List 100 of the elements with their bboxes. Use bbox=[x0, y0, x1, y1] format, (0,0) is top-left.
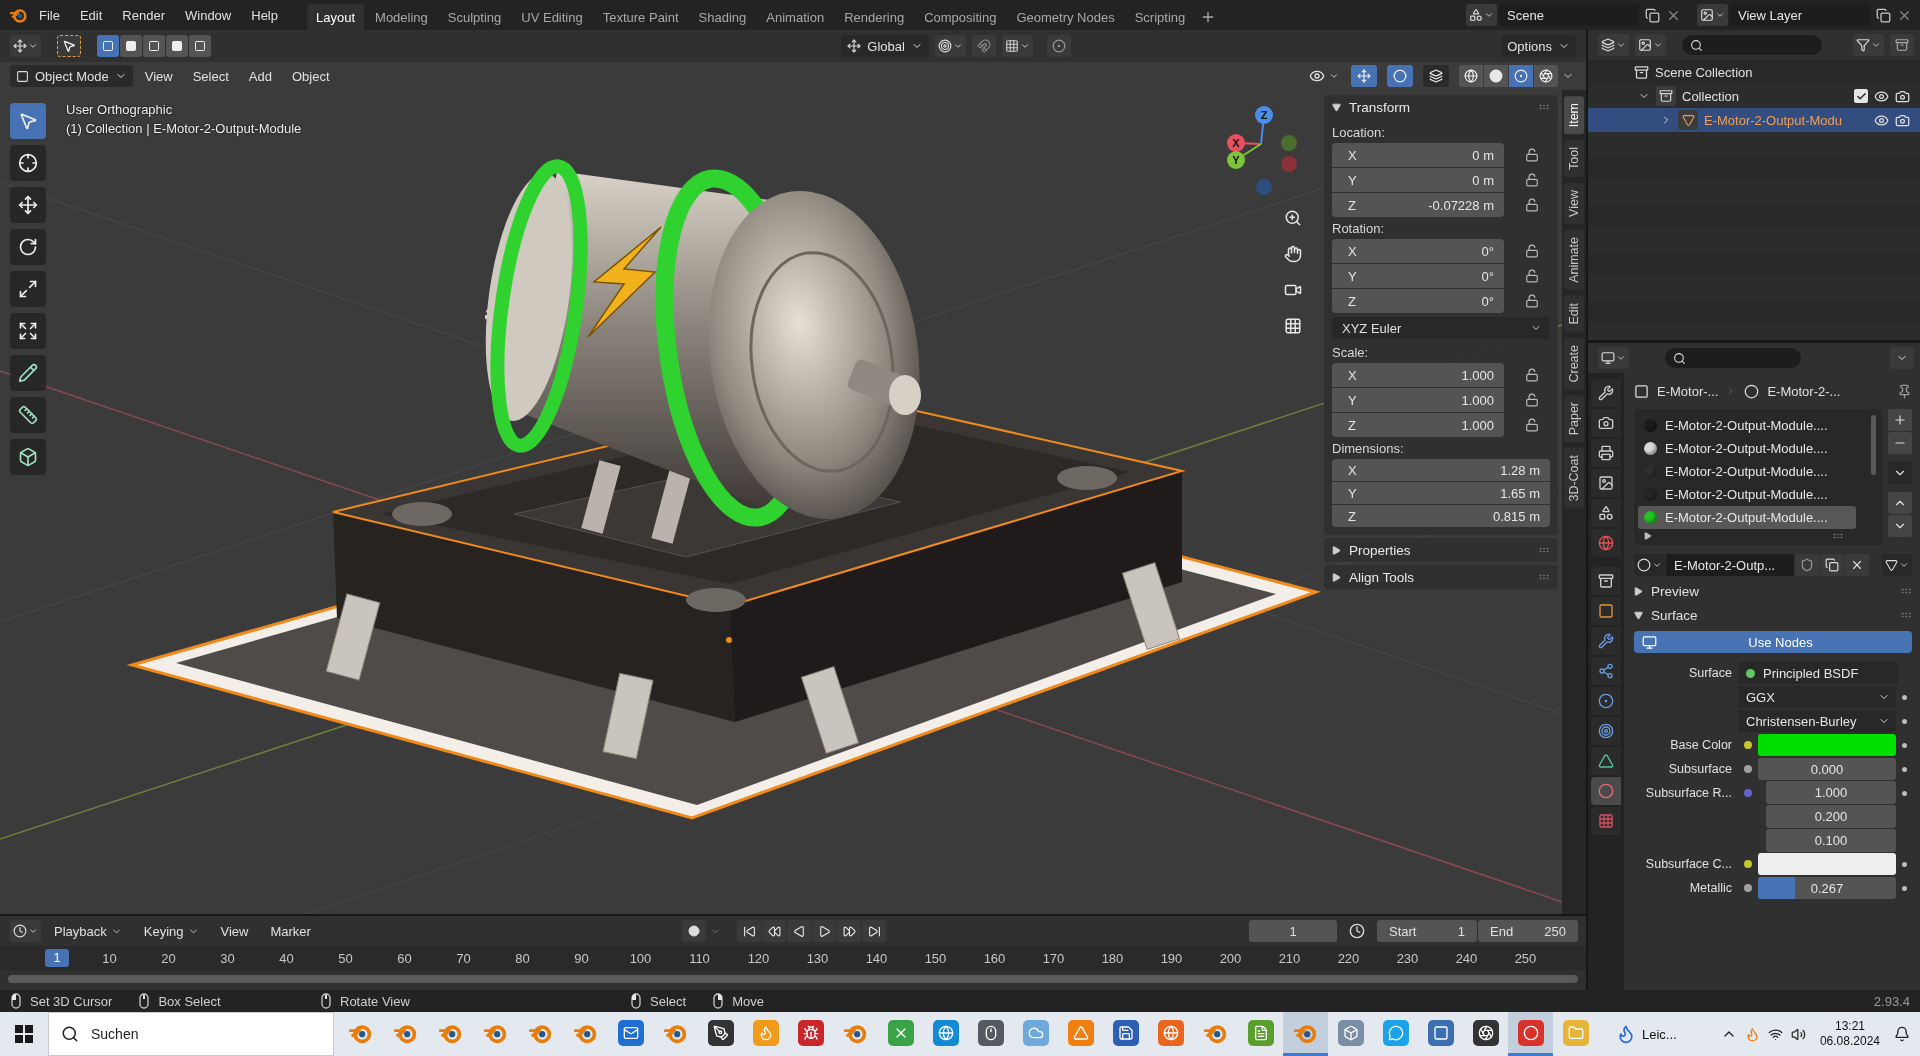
outliner-row[interactable]: Scene Collection bbox=[1588, 60, 1920, 84]
outliner-row[interactable]: Collection bbox=[1588, 84, 1920, 108]
workspace-tab[interactable]: Scripting bbox=[1125, 4, 1195, 30]
menu-item[interactable]: Select bbox=[184, 65, 237, 87]
status-hint: Move bbox=[732, 993, 764, 1009]
number-field[interactable]: X 1.000 bbox=[1332, 363, 1504, 387]
number-field[interactable]: Z 0° bbox=[1332, 289, 1504, 313]
number-field[interactable]: Y 1.65 m bbox=[1332, 482, 1550, 504]
start-frame-field[interactable]: Start 1 bbox=[1377, 920, 1477, 942]
workspace-tab[interactable]: Geometry Nodes bbox=[1007, 4, 1124, 30]
sidebar-tab[interactable]: Paper bbox=[1564, 395, 1584, 443]
workspace-tab[interactable]: Modeling bbox=[366, 4, 437, 30]
workspace-tab[interactable]: Rendering bbox=[835, 4, 914, 30]
rotation-mode-dropdown[interactable]: XYZ Euler bbox=[1332, 317, 1550, 339]
frame-number: 200 bbox=[1218, 950, 1243, 966]
workspace-tab[interactable]: Compositing bbox=[915, 4, 1006, 30]
workspace-tab[interactable]: Sculpting bbox=[438, 4, 511, 30]
mode-dropdown[interactable]: Object Mode bbox=[10, 65, 133, 87]
breadcrumb-item[interactable]: E-Motor-2-... bbox=[1767, 383, 1841, 399]
group-label: Dimensions: bbox=[1332, 440, 1404, 458]
material-slot[interactable]: E-Motor-2-Output-Module.... bbox=[1638, 414, 1856, 437]
clock-display[interactable]: 13:21 06.08.2024 bbox=[1813, 1019, 1886, 1049]
number-field[interactable]: Z 0.815 m bbox=[1332, 505, 1550, 527]
shader-link-field[interactable]: Principled BSDF bbox=[1738, 662, 1898, 684]
sidebar-tab[interactable]: Edit bbox=[1564, 296, 1584, 332]
group-label: Rotation: bbox=[1332, 220, 1385, 238]
breadcrumb-item[interactable]: E-Motor-... bbox=[1657, 383, 1719, 399]
panel-header[interactable]: Surface bbox=[1634, 603, 1912, 627]
material-slot[interactable]: E-Motor-2-Output-Module.... bbox=[1638, 437, 1856, 460]
menu-item[interactable]: Help bbox=[242, 3, 287, 27]
dropdown-field[interactable]: GGX bbox=[1738, 686, 1896, 708]
number-field[interactable]: X 0° bbox=[1332, 239, 1504, 263]
frame-number: 210 bbox=[1277, 950, 1302, 966]
property-label: Subsurface R... bbox=[1644, 785, 1733, 802]
menu-item[interactable]: Add bbox=[240, 65, 280, 87]
sidebar-tab[interactable]: Animate bbox=[1564, 230, 1584, 290]
slider-field[interactable]: 0.267 bbox=[1758, 877, 1896, 899]
material-name-field[interactable]: E-Motor-2-Outp... bbox=[1666, 554, 1794, 576]
outliner-row[interactable]: E-Motor-2-Output-Modu bbox=[1588, 108, 1920, 132]
sidebar-tab[interactable]: Item bbox=[1564, 96, 1584, 135]
frame-number: 150 bbox=[923, 950, 948, 966]
end-frame-field[interactable]: End 250 bbox=[1478, 920, 1578, 942]
workspace-tab[interactable]: Animation bbox=[757, 4, 834, 30]
taskbar-app-button[interactable]: Leic... bbox=[1606, 1012, 1687, 1056]
number-field[interactable]: 0.100 bbox=[1766, 829, 1896, 852]
taskbar-search-field[interactable]: Suchen bbox=[48, 1012, 334, 1056]
workspace-tab[interactable]: Shading bbox=[689, 4, 756, 30]
menu-item[interactable]: View bbox=[211, 919, 258, 943]
sidebar-tab[interactable]: 3D-Coat bbox=[1564, 448, 1584, 509]
workspace-tab[interactable]: Layout bbox=[307, 4, 365, 30]
number-field[interactable]: 1.000 bbox=[1766, 781, 1896, 804]
status-hint: Rotate View bbox=[340, 993, 410, 1009]
menu-item[interactable]: Object bbox=[283, 65, 338, 87]
menu-item[interactable]: Keying bbox=[134, 919, 208, 943]
frame-number: 240 bbox=[1454, 950, 1479, 966]
sidebar-tab[interactable]: View bbox=[1564, 183, 1584, 225]
workspace-tab[interactable]: UV Editing bbox=[512, 4, 592, 30]
number-field[interactable]: X 1.28 m bbox=[1332, 459, 1550, 481]
menu-item[interactable]: Marker bbox=[261, 919, 320, 943]
sidebar-tab[interactable]: Create bbox=[1564, 337, 1584, 390]
current-frame-field[interactable]: 1 bbox=[1249, 920, 1337, 942]
menu-item[interactable]: File bbox=[30, 3, 69, 27]
property-label: Subsurface bbox=[1667, 761, 1733, 778]
dropdown-field[interactable]: Christensen-Burley bbox=[1738, 710, 1896, 732]
version-label: 2.93.4 bbox=[1873, 993, 1910, 1009]
frame-number: 130 bbox=[805, 950, 830, 966]
panel-header[interactable]: Properties bbox=[1324, 538, 1558, 562]
material-slot[interactable]: E-Motor-2-Output-Module.... bbox=[1638, 483, 1856, 506]
view-name-label: User Orthographic bbox=[66, 102, 173, 117]
menu-item[interactable]: Playback bbox=[45, 919, 131, 943]
material-slot[interactable]: E-Motor-2-Output-Module.... bbox=[1638, 460, 1856, 483]
frame-number: 30 bbox=[219, 950, 236, 966]
number-field[interactable]: 0.200 bbox=[1766, 805, 1896, 828]
number-field[interactable]: Z 1.000 bbox=[1332, 413, 1504, 437]
frame-number: 80 bbox=[514, 950, 531, 966]
current-frame-marker[interactable]: 1 bbox=[45, 949, 69, 967]
options-dropdown[interactable]: Options bbox=[1501, 35, 1576, 57]
number-field[interactable]: Y 0° bbox=[1332, 264, 1504, 288]
frame-number: 120 bbox=[746, 950, 771, 966]
workspace-tab[interactable]: Texture Paint bbox=[593, 4, 688, 30]
menu-item[interactable]: Edit bbox=[70, 3, 112, 27]
menu-item[interactable]: View bbox=[136, 65, 181, 87]
menu-item[interactable]: Window bbox=[176, 3, 241, 27]
number-field[interactable]: X 0 m bbox=[1332, 143, 1504, 167]
number-field[interactable]: Z -0.07228 m bbox=[1332, 193, 1504, 217]
sidebar-tab[interactable]: Tool bbox=[1564, 140, 1584, 178]
material-slot[interactable]: E-Motor-2-Output-Module.... bbox=[1638, 506, 1856, 529]
scene-field[interactable]: Scene bbox=[1499, 4, 1639, 26]
view-layer-field[interactable]: View Layer bbox=[1730, 4, 1870, 26]
orientation-dropdown[interactable]: Global bbox=[841, 35, 929, 57]
number-field[interactable]: Y 1.000 bbox=[1332, 388, 1504, 412]
number-field[interactable]: Y 0 m bbox=[1332, 168, 1504, 192]
panel-header[interactable]: Preview bbox=[1634, 579, 1912, 603]
frame-number: 10 bbox=[101, 950, 118, 966]
axis-label: X bbox=[1231, 136, 1241, 151]
property-label: Subsurface C... bbox=[1644, 856, 1733, 873]
menu-item[interactable]: Render bbox=[113, 3, 174, 27]
panel-header[interactable]: Align Tools bbox=[1324, 565, 1558, 589]
use-nodes-button[interactable]: Use Nodes bbox=[1634, 631, 1912, 653]
number-field[interactable]: 0.000 bbox=[1758, 758, 1896, 780]
